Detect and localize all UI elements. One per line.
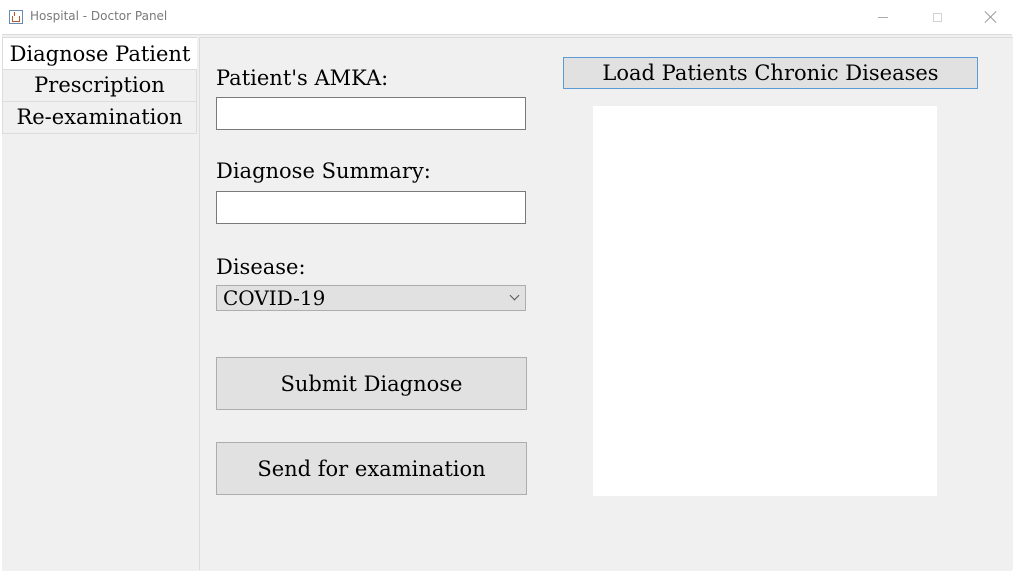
amka-input[interactable] <box>216 97 526 130</box>
close-button[interactable] <box>968 0 1014 34</box>
tab-diagnose-patient[interactable]: Diagnose Patient <box>2 37 197 70</box>
chronic-diseases-list[interactable] <box>593 106 937 496</box>
minimize-button[interactable] <box>860 0 906 34</box>
title-bar: Hospital - Doctor Panel <box>0 0 1014 34</box>
tab-prescription[interactable]: Prescription <box>2 70 197 102</box>
window-client-area: Diagnose Patient Prescription Re-examina… <box>2 34 1013 571</box>
send-for-examination-button[interactable]: Send for examination <box>216 442 527 495</box>
maximize-icon <box>932 12 942 22</box>
disease-label: Disease: <box>216 255 306 279</box>
diagnose-summary-input[interactable] <box>216 191 526 224</box>
window-title: Hospital - Doctor Panel <box>30 9 168 23</box>
tab-strip: Diagnose Patient Prescription Re-examina… <box>2 37 197 134</box>
diagnose-summary-label: Diagnose Summary: <box>216 159 431 183</box>
close-icon <box>985 11 997 23</box>
submit-diagnose-button[interactable]: Submit Diagnose <box>216 357 527 410</box>
load-chronic-diseases-button[interactable]: Load Patients Chronic Diseases <box>563 57 978 89</box>
amka-label: Patient's AMKA: <box>216 66 389 90</box>
chevron-down-icon <box>509 290 520 301</box>
disease-selected-value: COVID-19 <box>223 286 326 310</box>
minimize-icon <box>878 16 888 18</box>
java-cup-icon <box>9 10 23 24</box>
maximize-button[interactable] <box>914 0 960 34</box>
diagnose-panel: Patient's AMKA: Diagnose Summary: Diseas… <box>199 37 1013 570</box>
disease-select[interactable]: COVID-19 <box>216 285 526 311</box>
tab-re-examination[interactable]: Re-examination <box>2 102 197 134</box>
